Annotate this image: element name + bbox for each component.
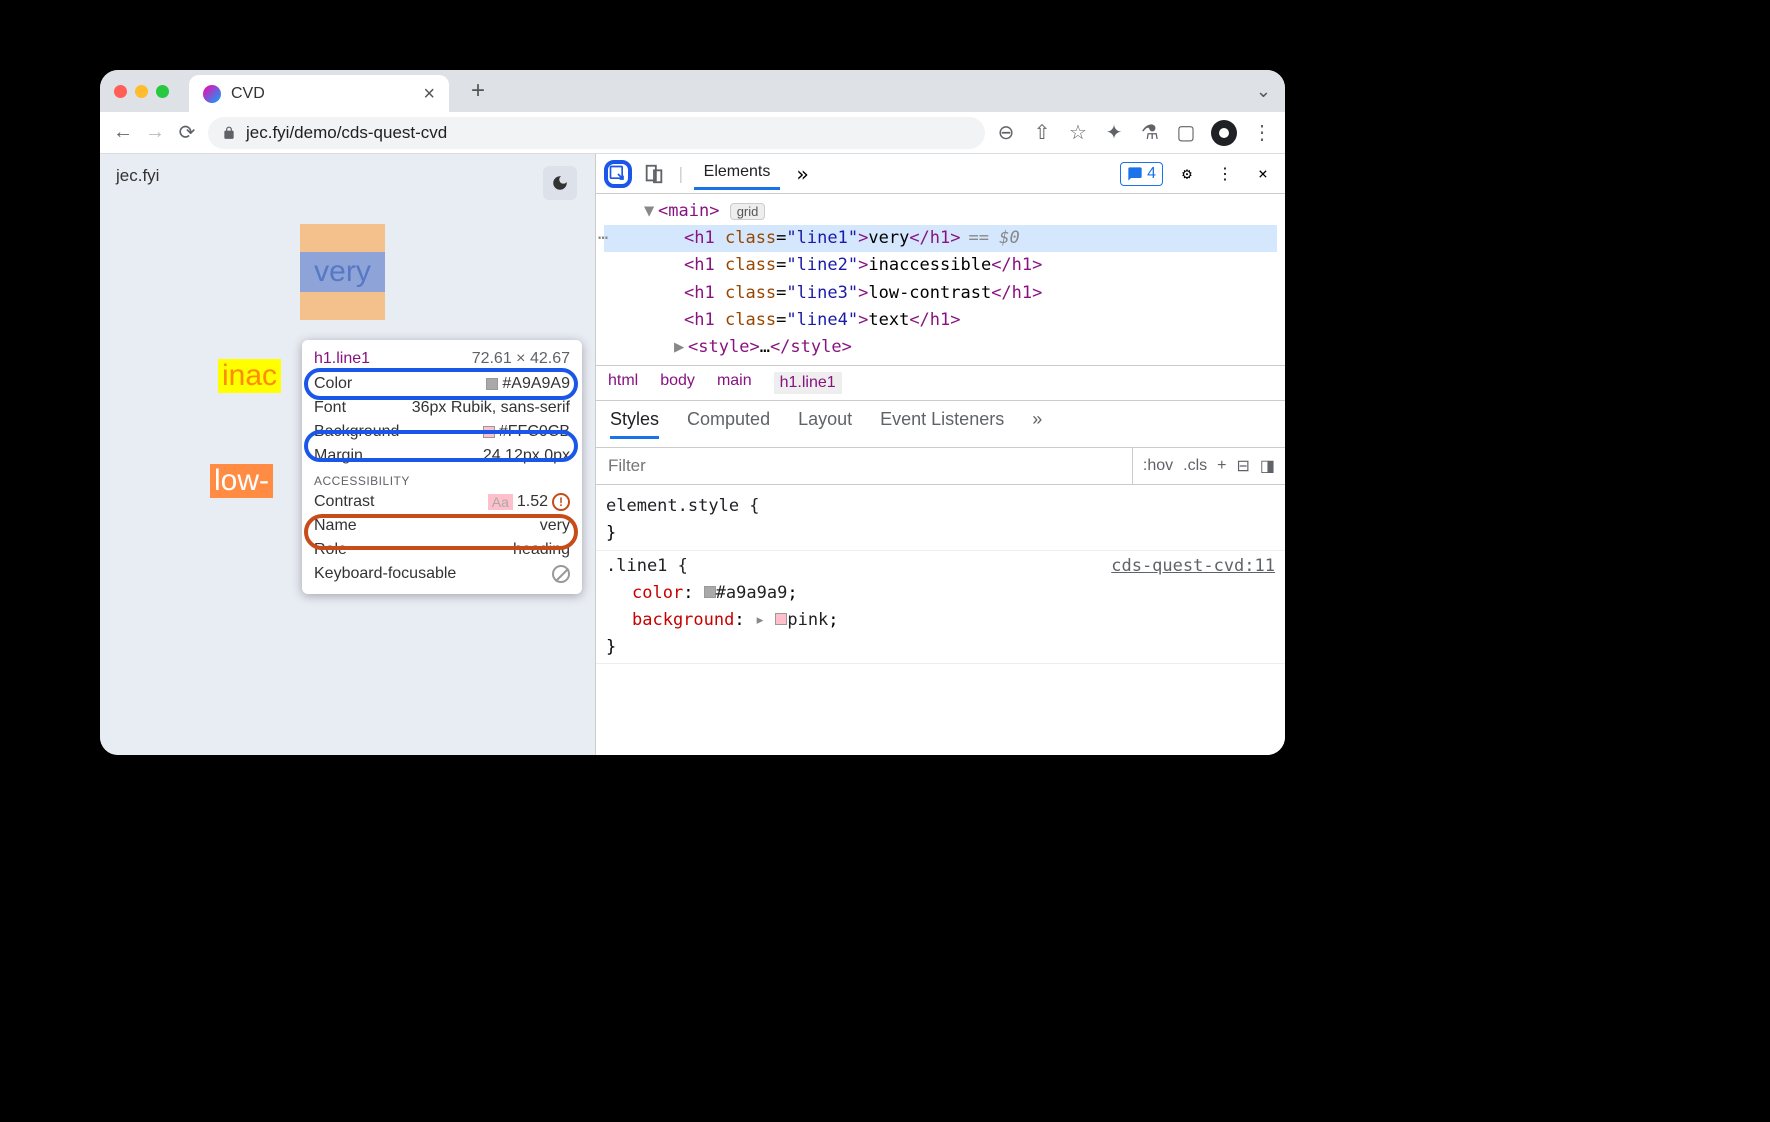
hov-button[interactable]: :hov [1143,457,1173,475]
highlight-ring-background [304,430,578,462]
demo-text-low-contrast: low- [210,464,273,498]
page-viewport: jec.fyi very inac low- h1.line1 72.61 × … [100,154,595,755]
tooltip-contrast-label: Contrast [314,493,374,511]
tab-dropdown-icon[interactable]: ⌄ [1256,81,1271,102]
tooltip-selector: h1.line1 [314,350,370,368]
device-toolbar-button[interactable] [640,160,668,188]
tab-title: CVD [231,85,413,103]
sidepanel-icon[interactable]: ▢ [1175,122,1197,144]
extensions-icon[interactable]: ✦ [1103,122,1125,144]
toolbar-icons: ⊖ ⇧ ☆ ✦ ⚗ ▢ ⋮ [995,120,1273,146]
message-icon [1127,166,1143,182]
tooltip-contrast-value: 1.52 [517,493,548,511]
site-name: jec.fyi [116,166,579,186]
tooltip-kb-label: Keyboard-focusable [314,565,456,583]
highlight-ring-contrast [304,514,578,550]
maximize-window-button[interactable] [156,85,169,98]
profile-avatar[interactable] [1211,120,1237,146]
dark-mode-toggle[interactable] [543,166,577,200]
forward-button[interactable]: → [144,122,166,144]
browser-toolbar: ← → ⟳ jec.fyi/demo/cds-quest-cvd ⊖ ⇧ ☆ ✦… [100,112,1285,154]
kebab-menu-icon[interactable]: ⋮ [1211,160,1239,188]
messages-badge[interactable]: 4 [1120,162,1163,186]
sidebar-toggle-icon[interactable]: ◨ [1260,456,1275,476]
demo-text-inaccessible: inac [218,359,281,393]
back-button[interactable]: ← [112,122,134,144]
styles-tab[interactable]: Styles [610,409,659,439]
dom-tree[interactable]: ▼<main> grid ⋯ <h1 class="line1">very</h… [596,194,1285,365]
tooltip-font-value: 36px Rubik, sans-serif [412,399,570,417]
close-window-button[interactable] [114,85,127,98]
cls-button[interactable]: .cls [1183,457,1207,475]
dom-row-selected: ⋯ <h1 class="line1">very</h1>== $0 [604,225,1277,252]
line1-selector: .line1 { [606,556,688,576]
zoom-icon[interactable]: ⊖ [995,122,1017,144]
share-icon[interactable]: ⇧ [1031,122,1053,144]
element-inspector-tooltip: h1.line1 72.61 × 42.67 Color #A9A9A9 Fon… [302,340,582,594]
row-actions-icon[interactable]: ⋯ [598,225,608,252]
demo-block-1: very [300,224,385,320]
styles-panel[interactable]: element.style { } cds-quest-cvd:11 .line… [596,485,1285,670]
warning-icon: ! [552,493,570,511]
highlight-ring-color [304,368,578,400]
demo-text-very: very [300,252,385,292]
layout-tab[interactable]: Layout [798,409,852,439]
crumb-body[interactable]: body [660,372,695,394]
css-source-link[interactable]: cds-quest-cvd:11 [1111,553,1275,580]
new-rule-button[interactable]: + [1217,457,1226,475]
computed-toggle-icon[interactable]: ⊟ [1236,456,1249,476]
favicon [203,85,221,103]
filter-input[interactable] [596,450,1132,482]
labs-icon[interactable]: ⚗ [1139,122,1161,144]
traffic-lights [114,85,169,98]
elements-tab[interactable]: Elements [694,157,781,190]
grid-badge[interactable]: grid [730,203,766,220]
styles-tabs: Styles Computed Layout Event Listeners » [596,401,1285,448]
close-tab-icon[interactable]: × [423,83,435,106]
devtools-panel: | Elements » 4 ⚙ ⋮ × ▼<main> grid ⋯ < [595,154,1285,755]
more-tabs-icon[interactable]: » [788,160,816,188]
new-tab-button[interactable]: + [471,77,485,105]
event-listeners-tab[interactable]: Event Listeners [880,409,1004,439]
crumb-main[interactable]: main [717,372,752,394]
tooltip-font-label: Font [314,399,346,417]
titlebar: CVD × + ⌄ [100,70,1285,112]
moon-icon [551,174,569,192]
contrast-aa-badge: Aa [488,494,513,510]
tooltip-dimensions: 72.61 × 42.67 [472,350,570,368]
settings-icon[interactable]: ⚙ [1173,160,1201,188]
minimize-window-button[interactable] [135,85,148,98]
crumb-html[interactable]: html [608,372,638,394]
not-focusable-icon [552,565,570,583]
url-text: jec.fyi/demo/cds-quest-cvd [246,123,447,143]
breadcrumbs[interactable]: html body main h1.line1 [596,365,1285,401]
close-devtools-icon[interactable]: × [1249,160,1277,188]
reload-button[interactable]: ⟳ [176,122,198,144]
address-bar[interactable]: jec.fyi/demo/cds-quest-cvd [208,117,985,149]
crumb-h1[interactable]: h1.line1 [774,372,842,394]
devtools-header: | Elements » 4 ⚙ ⋮ × [596,154,1285,194]
inspect-element-button[interactable] [604,160,632,188]
bookmark-icon[interactable]: ☆ [1067,122,1089,144]
browser-tab[interactable]: CVD × [189,75,449,113]
styles-filter-bar: :hov .cls + ⊟ ◨ [596,448,1285,485]
computed-tab[interactable]: Computed [687,409,770,439]
element-style-selector: element.style { [606,496,760,516]
menu-icon[interactable]: ⋮ [1251,122,1273,144]
more-styles-tabs-icon[interactable]: » [1032,409,1042,439]
tooltip-a11y-header: ACCESSIBILITY [302,468,582,490]
lock-icon [222,126,236,140]
